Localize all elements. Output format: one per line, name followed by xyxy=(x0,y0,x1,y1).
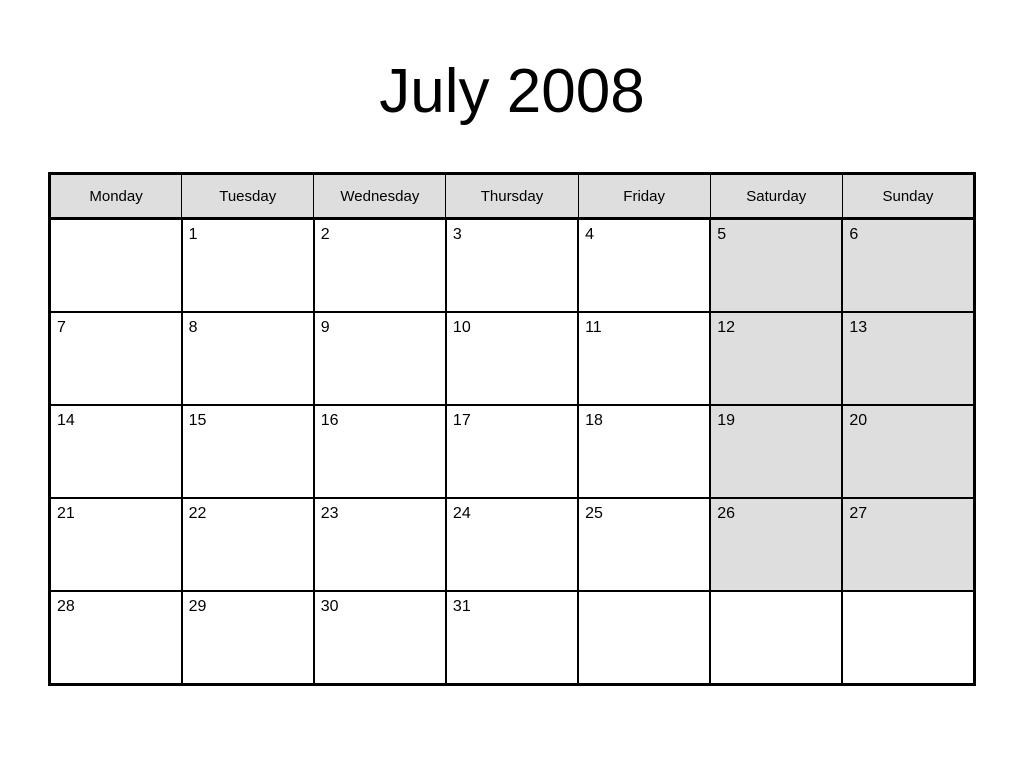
day-number: 2 xyxy=(320,226,330,243)
day-number: 11 xyxy=(585,319,602,336)
day-number: 12 xyxy=(717,319,735,336)
weekday-header-monday: Monday xyxy=(49,173,183,220)
day-number: 30 xyxy=(320,598,339,615)
day-number xyxy=(843,592,973,616)
calendar-body: 1 2 3 4 5 6 7 8 9 10 11 12 13 14 15 16 1… xyxy=(48,217,976,686)
weekday-header-row: Monday Tuesday Wednesday Thursday Friday… xyxy=(49,173,975,220)
calendar-day-cell[interactable]: 21 xyxy=(48,497,183,592)
calendar-day-cell[interactable]: 15 xyxy=(180,404,315,499)
day-number xyxy=(711,592,841,616)
weekday-header-tuesday: Tuesday xyxy=(181,173,315,220)
day-number: 21 xyxy=(57,505,75,522)
weekday-header-thursday: Thursday xyxy=(445,173,579,220)
day-number: 23 xyxy=(320,505,339,522)
day-number: 31 xyxy=(452,598,471,615)
day-number: 16 xyxy=(320,412,339,429)
calendar-day-cell[interactable]: 18 xyxy=(577,404,712,499)
calendar-day-cell[interactable]: 12 xyxy=(709,311,844,406)
page-title: July 2008 xyxy=(379,57,645,126)
day-number: 1 xyxy=(188,226,198,243)
calendar-day-cell[interactable]: 14 xyxy=(48,404,183,499)
calendar-header: Monday Tuesday Wednesday Thursday Friday… xyxy=(49,173,975,220)
calendar-day-cell[interactable]: 23 xyxy=(312,497,447,592)
calendar-week-row: 14 15 16 17 18 19 20 xyxy=(48,404,976,499)
day-number: 29 xyxy=(188,598,207,615)
calendar-day-cell[interactable]: 3 xyxy=(444,217,580,313)
calendar-day-cell[interactable]: 28 xyxy=(48,590,183,686)
day-number: 27 xyxy=(849,505,868,522)
calendar-day-cell[interactable] xyxy=(841,590,976,686)
day-number: 14 xyxy=(57,412,75,429)
day-number: 22 xyxy=(188,505,207,522)
calendar-day-cell[interactable]: 2 xyxy=(312,217,447,313)
day-number: 26 xyxy=(717,505,735,522)
calendar-day-cell[interactable]: 6 xyxy=(841,217,976,313)
calendar-week-row: 21 22 23 24 25 26 27 xyxy=(48,497,976,592)
calendar-day-cell[interactable]: 25 xyxy=(577,497,712,592)
day-number: 28 xyxy=(57,598,75,615)
calendar-day-cell[interactable]: 26 xyxy=(709,497,844,592)
calendar-day-cell[interactable]: 5 xyxy=(709,217,844,313)
calendar-day-cell[interactable]: 19 xyxy=(709,404,844,499)
day-number: 18 xyxy=(585,412,603,429)
calendar-day-cell[interactable]: 7 xyxy=(48,311,183,406)
day-number: 25 xyxy=(585,505,603,522)
day-number: 6 xyxy=(849,226,859,243)
calendar-week-row: 1 2 3 4 5 6 xyxy=(48,217,976,313)
calendar-page: July 2008 Monday Tuesday Wednesday Thurs… xyxy=(0,0,1024,768)
day-number: 20 xyxy=(849,412,868,429)
day-number: 19 xyxy=(717,412,735,429)
day-number: 4 xyxy=(585,226,594,243)
calendar-day-cell[interactable]: 29 xyxy=(180,590,315,686)
calendar-day-cell[interactable]: 9 xyxy=(312,311,447,406)
calendar-day-cell[interactable]: 24 xyxy=(444,497,580,592)
calendar-day-cell[interactable]: 27 xyxy=(841,497,976,592)
day-number: 9 xyxy=(320,319,330,336)
day-number: 10 xyxy=(452,319,471,336)
calendar-day-cell[interactable]: 17 xyxy=(444,404,580,499)
calendar-day-cell[interactable]: 4 xyxy=(577,217,712,313)
calendar-day-cell[interactable] xyxy=(577,590,712,686)
day-number: 15 xyxy=(188,412,207,429)
calendar-day-cell[interactable]: 8 xyxy=(180,311,315,406)
calendar-day-cell[interactable]: 11 xyxy=(577,311,712,406)
weekday-header-saturday: Saturday xyxy=(709,173,843,220)
day-number: 17 xyxy=(452,412,471,429)
weekday-header-wednesday: Wednesday xyxy=(313,173,447,220)
calendar-day-cell[interactable]: 31 xyxy=(444,590,580,686)
calendar-week-row: 7 8 9 10 11 12 13 xyxy=(48,311,976,406)
calendar-day-cell[interactable]: 20 xyxy=(841,404,976,499)
calendar-day-cell[interactable]: 22 xyxy=(180,497,315,592)
weekday-header-friday: Friday xyxy=(577,173,711,220)
calendar-container: Monday Tuesday Wednesday Thursday Friday… xyxy=(48,172,976,686)
calendar-day-cell[interactable]: 1 xyxy=(180,217,315,313)
calendar-day-cell[interactable] xyxy=(709,590,844,686)
day-number: 8 xyxy=(188,319,198,336)
day-number xyxy=(579,592,709,616)
calendar-day-cell[interactable]: 10 xyxy=(444,311,580,406)
calendar-day-cell[interactable]: 13 xyxy=(841,311,976,406)
day-number: 3 xyxy=(452,226,462,243)
day-number: 7 xyxy=(57,319,66,336)
calendar-day-cell[interactable]: 30 xyxy=(312,590,447,686)
day-number: 24 xyxy=(452,505,471,522)
day-number: 5 xyxy=(717,226,727,243)
calendar-day-cell[interactable] xyxy=(48,217,183,313)
day-number: 13 xyxy=(849,319,868,336)
day-number xyxy=(51,220,181,244)
calendar-table: Monday Tuesday Wednesday Thursday Friday… xyxy=(48,172,976,686)
weekday-header-sunday: Sunday xyxy=(841,173,975,220)
calendar-day-cell[interactable]: 16 xyxy=(312,404,447,499)
calendar-week-row: 28 29 30 31 xyxy=(48,590,976,686)
